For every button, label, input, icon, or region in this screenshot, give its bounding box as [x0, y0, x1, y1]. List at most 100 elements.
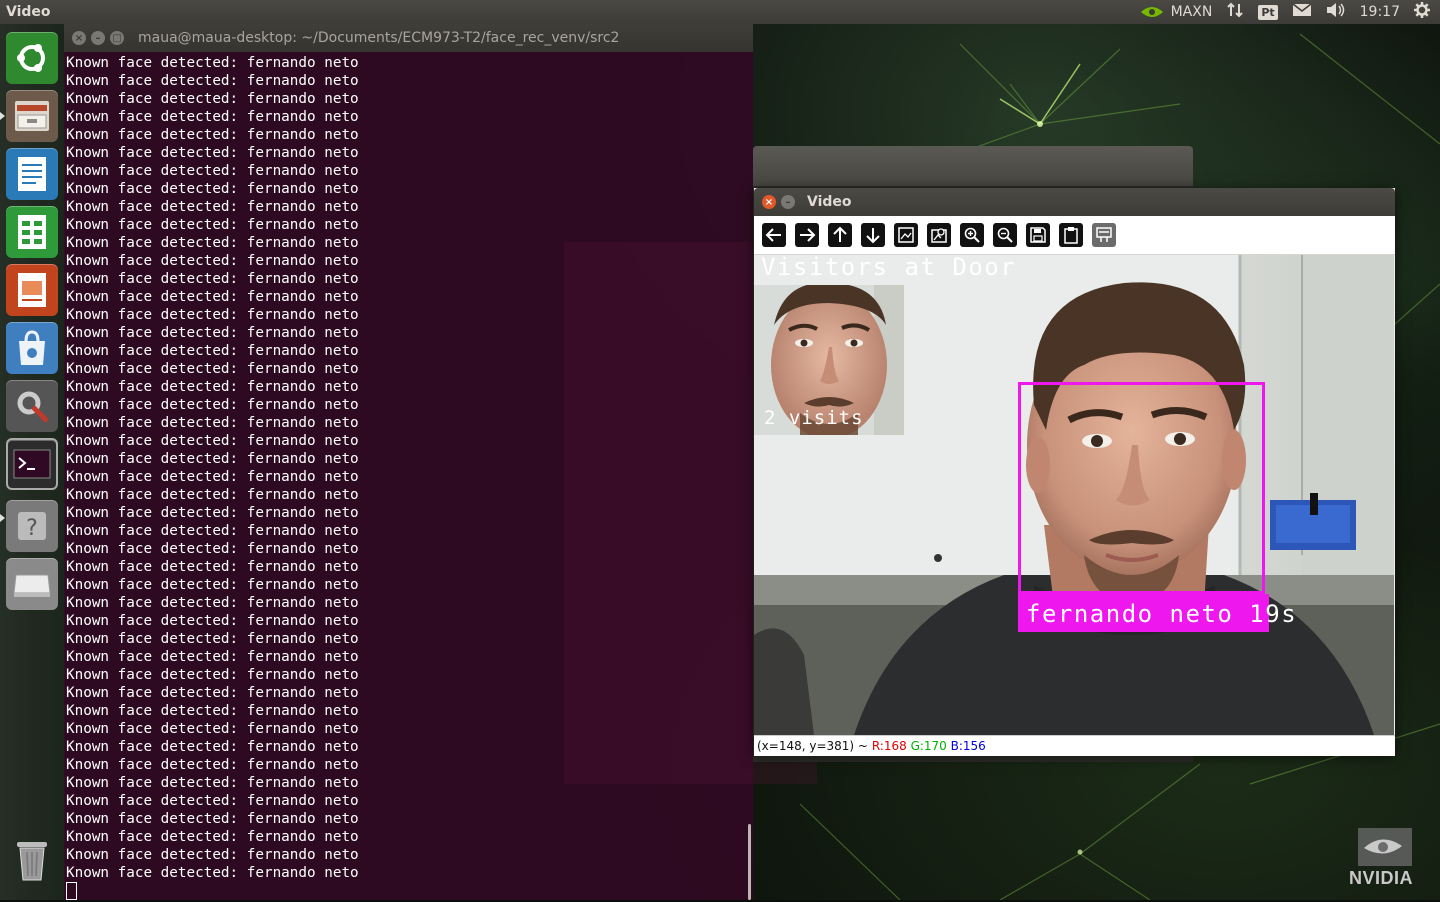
copy-clipboard-icon: [1064, 227, 1078, 244]
terminal-prompt[interactable]: [66, 882, 753, 900]
save-image-button[interactable]: [1026, 223, 1050, 247]
terminal-line: Known face detected: fernando neto: [66, 55, 359, 71]
cursor-coordinates: (x=148, y=381) ~: [757, 739, 868, 753]
pan-up-button[interactable]: [828, 223, 852, 247]
zoom-original-button[interactable]: [927, 223, 951, 247]
video-toolbar: [754, 216, 1395, 255]
video-frame[interactable]: Visitors at Door 2 visits fernando neto …: [754, 255, 1394, 735]
indicator-area: MAXN Pt 19:17: [1139, 2, 1440, 22]
zoom-original-icon: [931, 228, 947, 243]
terminal-scrollbar[interactable]: [748, 824, 751, 900]
arrow-left-icon: [765, 228, 781, 242]
pan-down-button[interactable]: [861, 223, 885, 247]
terminal-icon: [13, 449, 51, 479]
active-app-title: Video: [6, 4, 51, 20]
terminal-line: Known face detected: fernando neto: [66, 91, 359, 107]
nvidia-wordmark: NVIDIA: [1349, 868, 1414, 888]
background-window-titlebar[interactable]: [753, 146, 1193, 186]
terminal-window[interactable]: × – □ maua@maua-desktop: ~/Documents/ECM…: [64, 24, 817, 900]
launcher-trash-button[interactable]: [6, 834, 58, 886]
gpu-mode-label: MAXN: [1170, 4, 1213, 20]
pan-left-button[interactable]: [762, 223, 786, 247]
launcher-drive-button[interactable]: [6, 558, 58, 610]
video-titlebar[interactable]: × – Video: [754, 188, 1395, 216]
writer-document-icon: [18, 157, 46, 191]
nvidia-icon: [1140, 7, 1163, 17]
save-icon: [1030, 227, 1046, 243]
help-question-icon: ?: [18, 512, 46, 541]
clock[interactable]: 19:17: [1360, 4, 1400, 20]
terminal-line: Known face detected: fernando neto: [66, 163, 359, 179]
terminal-line: Known face detected: fernando neto: [66, 829, 359, 845]
terminal-cursor: [66, 882, 77, 900]
arrow-down-icon: [866, 228, 880, 244]
launcher-files-button[interactable]: [6, 90, 58, 142]
close-icon[interactable]: ×: [72, 31, 86, 45]
overlay-title: Visitors at Door: [761, 255, 1017, 281]
launcher-settings-button[interactable]: [6, 380, 58, 432]
nvidia-mode-indicator[interactable]: MAXN: [1139, 4, 1213, 20]
minimize-icon[interactable]: –: [781, 195, 795, 209]
arrow-up-icon: [833, 226, 847, 242]
terminal-line: Known face detected: fernando neto: [66, 109, 359, 125]
pixel-status-bar: (x=148, y=381) ~ R:168 G:170 B:156: [754, 735, 1395, 756]
pan-right-button[interactable]: [795, 223, 819, 247]
launcher-dash-button[interactable]: [6, 32, 58, 84]
terminal-line: Known face detected: fernando neto: [66, 793, 359, 809]
face-name-label: fernando neto 19s: [1026, 600, 1298, 628]
minimize-icon[interactable]: –: [91, 31, 105, 45]
properties-icon: [1096, 227, 1112, 242]
terminal-line: Known face detected: fernando neto: [66, 73, 359, 89]
zoom-fit-button[interactable]: [894, 223, 918, 247]
terminal-line: Known face detected: fernando neto: [66, 181, 359, 197]
zoom-fit-icon: [898, 227, 914, 243]
launcher-impress-button[interactable]: [6, 264, 58, 316]
running-indicator: [0, 112, 5, 120]
copy-clipboard-button[interactable]: [1059, 223, 1083, 247]
unity-launcher: ?: [0, 24, 65, 900]
mail-icon[interactable]: [1292, 3, 1312, 21]
drive-icon: [13, 574, 51, 597]
pixel-blue-value: B:156: [950, 739, 986, 753]
launcher-terminal-button[interactable]: [6, 438, 58, 490]
terminal-titlebar[interactable]: × – □ maua@maua-desktop: ~/Documents/ECM…: [64, 24, 753, 52]
zoom-out-button[interactable]: [993, 223, 1017, 247]
spreadsheet-icon: [18, 215, 46, 249]
launcher-calc-button[interactable]: [6, 206, 58, 258]
file-cabinet-icon: [15, 101, 49, 131]
video-window[interactable]: × – Video Visitors at Door 2 visits fern…: [754, 188, 1395, 756]
terminal-line: Known face detected: fernando neto: [66, 217, 359, 233]
keyboard-layout-indicator[interactable]: Pt: [1258, 4, 1278, 20]
close-icon[interactable]: ×: [762, 195, 776, 209]
top-panel: Video MAXN Pt 19:17: [0, 0, 1440, 24]
svg-text:?: ?: [26, 516, 38, 541]
terminal-line: Known face detected: fernando neto: [66, 865, 359, 881]
terminal-line: Known face detected: fernando neto: [66, 847, 359, 863]
terminal-line: Known face detected: fernando neto: [66, 127, 359, 143]
properties-button[interactable]: [1092, 223, 1116, 247]
terminal-title: maua@maua-desktop: ~/Documents/ECM973-T2…: [138, 30, 620, 46]
ubuntu-logo-icon: [17, 44, 45, 72]
trash-icon: [17, 842, 47, 881]
shopping-bag-icon: [19, 330, 45, 365]
video-title: Video: [807, 194, 852, 210]
system-gear-icon[interactable]: [1414, 2, 1430, 22]
launcher-software-center-button[interactable]: [6, 322, 58, 374]
settings-wrench-icon: [17, 391, 49, 423]
terminal-line: Known face detected: fernando neto: [66, 145, 359, 161]
terminal-line: Known face detected: fernando neto: [66, 199, 359, 215]
pixel-red-value: R:168: [871, 739, 907, 753]
network-updown-icon[interactable]: [1226, 2, 1244, 22]
zoom-in-button[interactable]: [960, 223, 984, 247]
volume-icon[interactable]: [1326, 2, 1346, 22]
terminal-line: Known face detected: fernando neto: [66, 811, 359, 827]
arrow-right-icon: [800, 228, 816, 242]
presentation-icon: [18, 273, 46, 307]
launcher-help-button[interactable]: ?: [6, 500, 58, 552]
running-indicator: [0, 514, 5, 522]
launcher-writer-button[interactable]: [6, 148, 58, 200]
zoom-in-icon: [964, 227, 980, 243]
maximize-icon[interactable]: □: [110, 31, 124, 45]
zoom-out-icon: [997, 227, 1013, 243]
visit-count-label: 2 visits: [764, 407, 864, 429]
